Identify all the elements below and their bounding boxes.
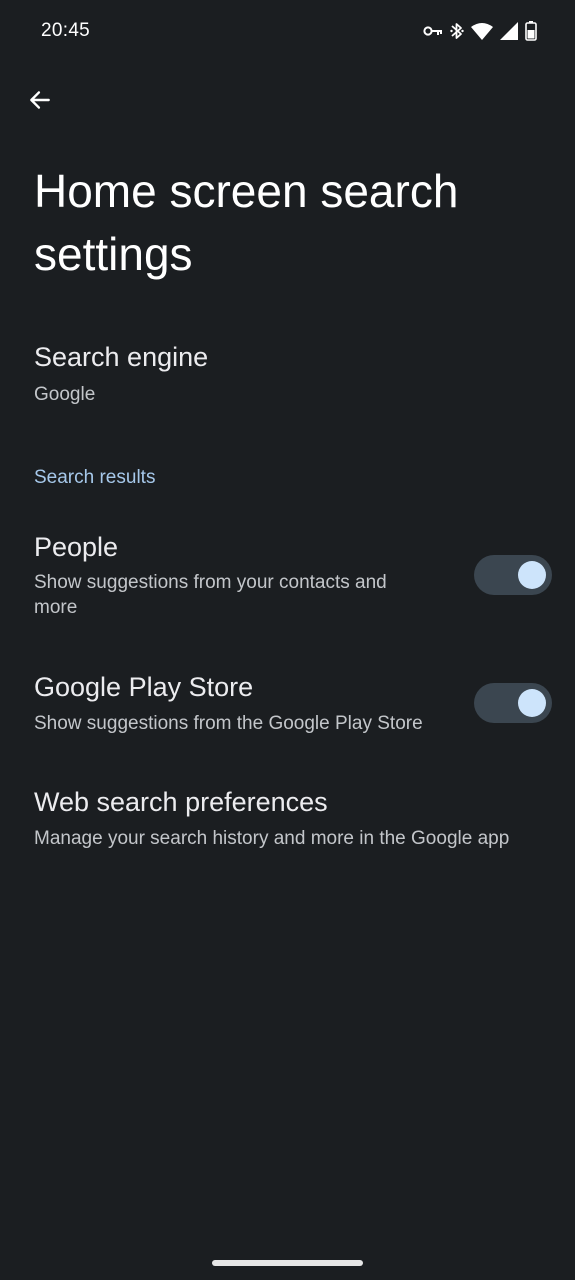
play-store-toggle-thumb [518,689,546,717]
status-time: 20:45 [41,20,91,41]
search-engine-summary: Google [34,384,96,405]
play-store-toggle[interactable] [474,683,552,723]
battery-icon [525,21,537,41]
back-button[interactable] [20,82,60,122]
web-search-preferences[interactable]: Web search preferences Manage your searc… [0,775,575,865]
play-store-summary: Show suggestions from the Google Play St… [34,713,423,734]
bluetooth-icon [450,21,464,41]
people-summary: Show suggestions from your contacts and … [34,572,387,618]
people-title: People [34,532,119,562]
navigation-handle[interactable] [212,1260,363,1266]
vpn-key-icon [423,25,443,37]
search-engine-preference[interactable]: Search engine Google [0,330,575,430]
status-bar: 20:45 [0,0,575,62]
search-engine-title: Search engine [34,342,209,372]
people-preference[interactable]: People Show suggestions from your contac… [0,520,575,630]
people-toggle-thumb [518,561,546,589]
web-search-title: Web search preferences [34,787,328,817]
play-store-title: Google Play Store [34,672,254,702]
play-store-preference[interactable]: Google Play Store Show suggestions from … [0,660,575,750]
page-title: Home screen search settings [34,165,459,280]
wifi-icon [471,22,493,40]
search-results-header: Search results [34,467,156,488]
web-search-summary: Manage your search history and more in t… [34,828,510,849]
status-icons [423,21,537,41]
people-toggle[interactable] [474,555,552,595]
signal-icon [500,22,518,40]
arrow-back-icon [27,87,53,118]
